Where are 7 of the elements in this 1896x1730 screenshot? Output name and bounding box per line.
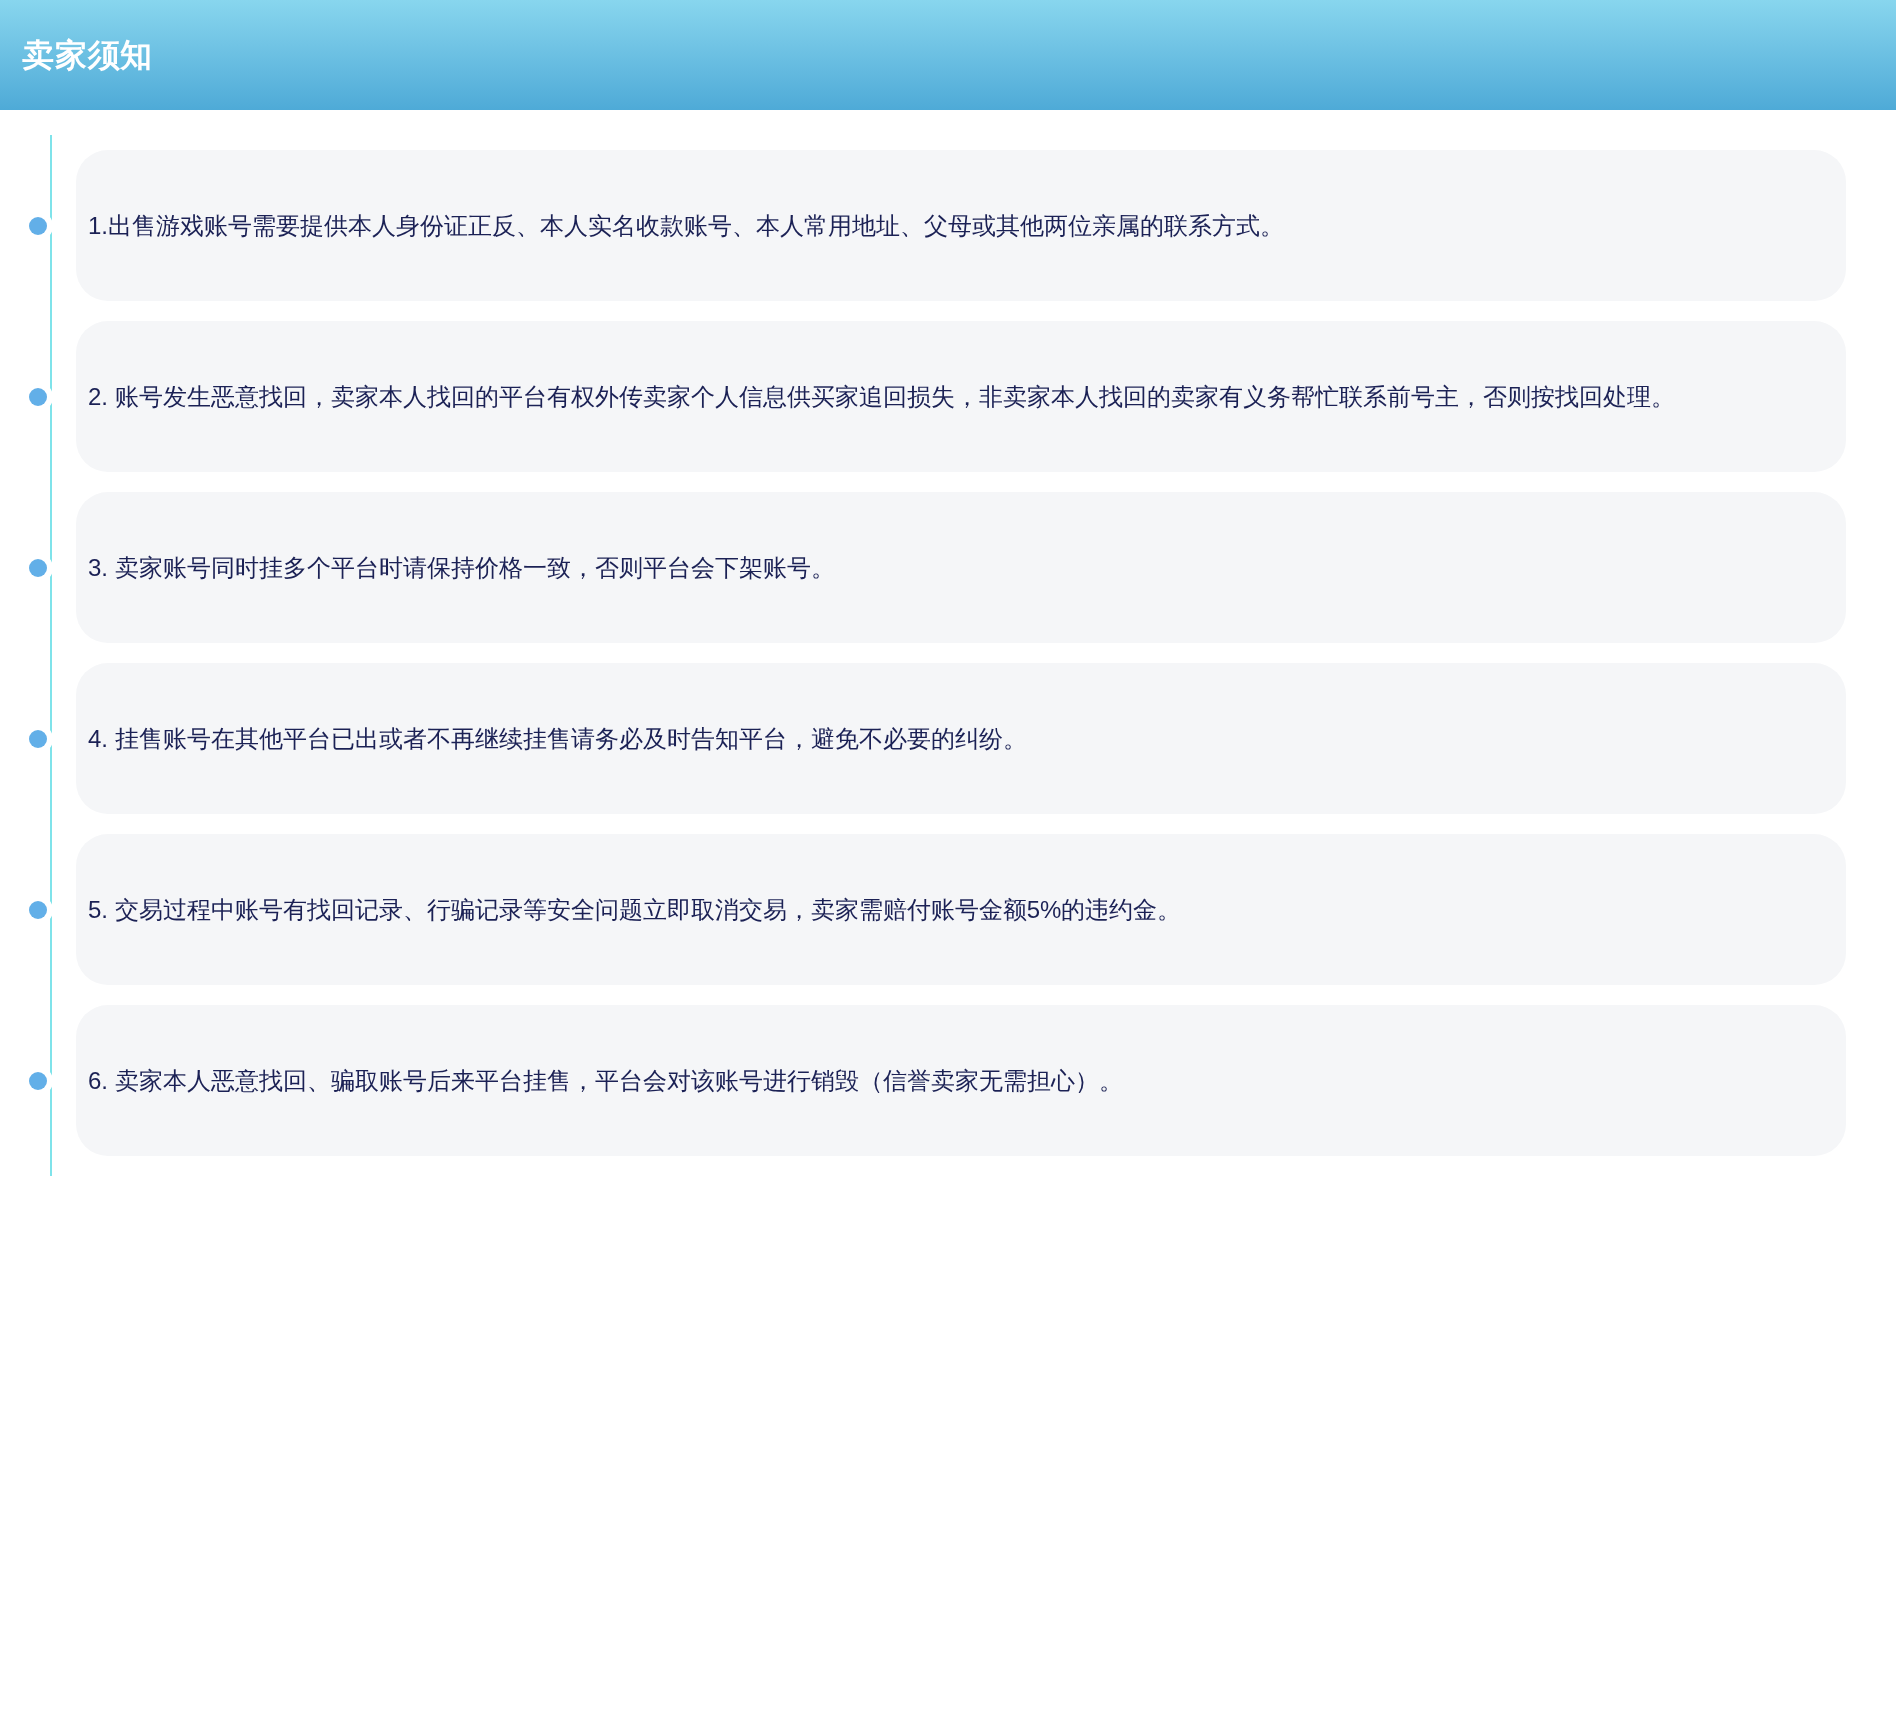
notice-text: 5. 交易过程中账号有找回记录、行骗记录等安全问题立即取消交易，卖家需赔付账号金额5%的违约金。 [88, 894, 1182, 925]
page-title: 卖家须知 [22, 36, 154, 75]
notice-text: 2. 账号发生恶意找回，卖家本人找回的平台有权外传卖家个人信息供买家追回损失，非卖家本人找回的卖家有义务帮忙联系前号主，否则按找回处理。 [88, 381, 1675, 412]
notice-text: 4. 挂售账号在其他平台已出或者不再继续挂售请务必及时告知平台，避免不必要的纠纷。 [88, 723, 1027, 754]
notice-text: 6. 卖家本人恶意找回、骗取账号后来平台挂售，平台会对该账号进行销毁（信誉卖家无需担心）。 [88, 1065, 1123, 1096]
notice-text: 1.出售游戏账号需要提供本人身份证正反、本人实名收款账号、本人常用地址、父母或其他两位亲属的联系方式。 [88, 210, 1284, 241]
notice-text: 3. 卖家账号同时挂多个平台时请保持价格一致，否则平台会下架账号。 [88, 552, 835, 583]
